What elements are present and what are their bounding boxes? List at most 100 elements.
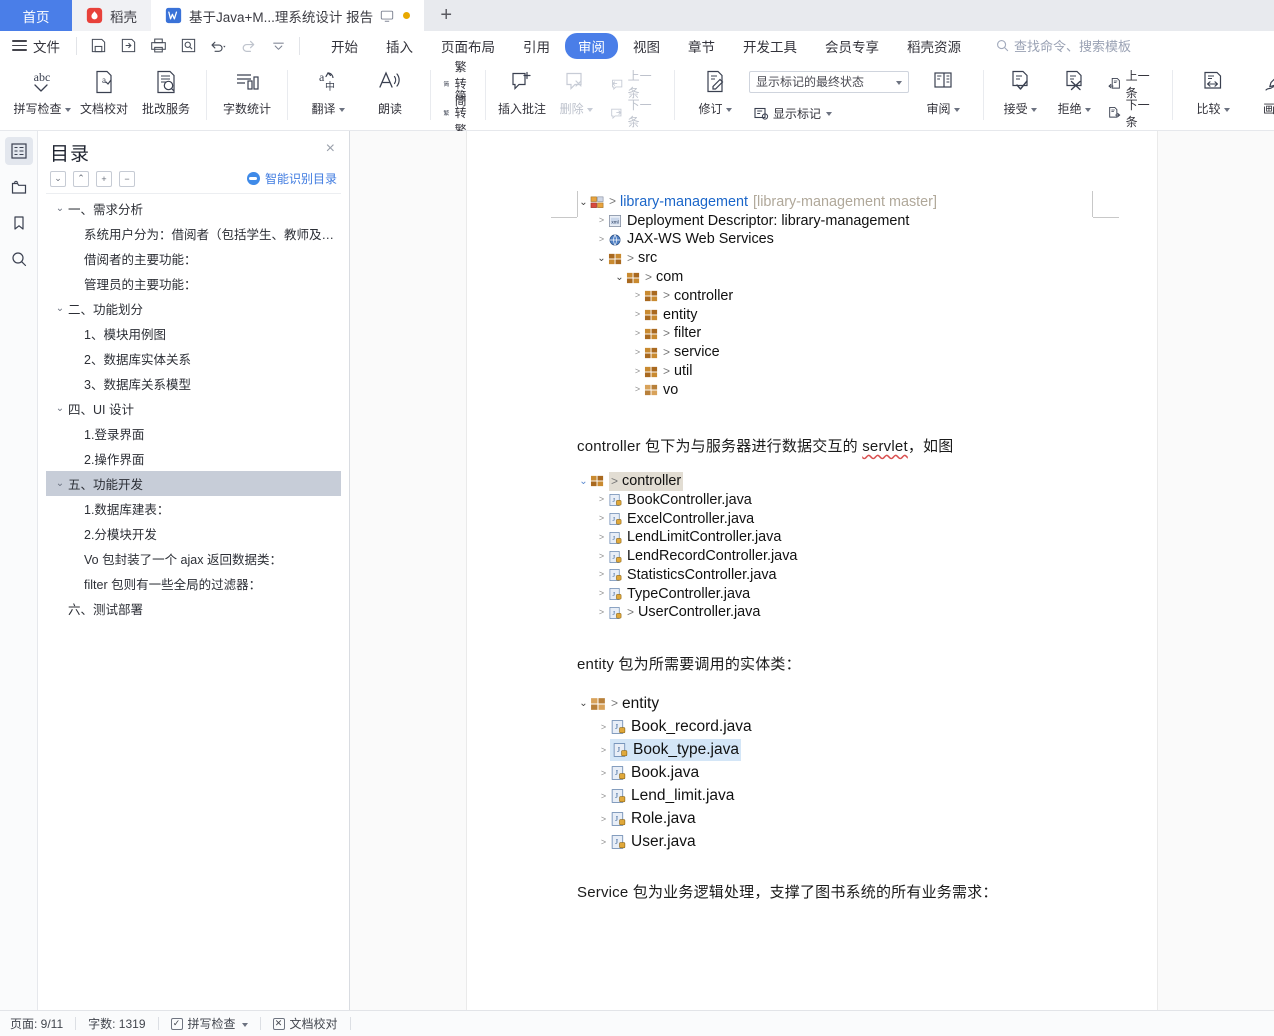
outline-item[interactable]: 2.分模块开发 [46, 521, 341, 546]
tree-row[interactable]: > > filter [577, 325, 1093, 344]
thumbnail-panel-icon[interactable] [5, 173, 33, 201]
proofread-status-button[interactable]: ✕ 文档校对 [272, 1015, 350, 1032]
reject-change-button[interactable]: 拒绝 [1047, 62, 1101, 130]
tree-row[interactable]: > J Lend_limit.java [577, 785, 1093, 808]
save-as-icon[interactable] [113, 33, 143, 59]
page-indicator[interactable]: 页面: 9/11 [10, 1015, 75, 1032]
tree-row[interactable]: > J TypeController.java [577, 585, 1093, 604]
tree-row[interactable]: > J Role.java [577, 808, 1093, 831]
tab-home[interactable]: 首页 [0, 0, 72, 31]
doc-proofread-button[interactable]: a 文档校对 [73, 62, 135, 130]
outline-item[interactable]: 1.数据库建表： [46, 496, 341, 521]
outline-item[interactable]: ⌄ 一、需求分析 [46, 196, 341, 221]
tree-row[interactable]: > J ExcelController.java [577, 510, 1093, 529]
tab-docer[interactable]: 稻壳 [72, 0, 151, 31]
ribbon-tab-review[interactable]: 审阅 [565, 32, 618, 59]
print-preview-icon[interactable] [173, 33, 203, 59]
tree-row[interactable]: ⌄ > entity [577, 693, 1093, 716]
tab-document[interactable]: 基于Java+M...理系统设计 报告 [151, 0, 425, 31]
outline-item[interactable]: ⌄ 四、UI 设计 [46, 396, 341, 421]
file-menu-button[interactable]: 文件 [6, 36, 70, 56]
tree-row[interactable]: > > service [577, 343, 1093, 362]
tree-row[interactable]: > J Book_type.java [577, 738, 1093, 762]
tree-row[interactable]: > J LendRecordController.java [577, 547, 1093, 566]
tree-row[interactable]: ⌄ > library-management [library-manageme… [577, 193, 1093, 212]
tree-row[interactable]: > > controller [577, 287, 1093, 306]
tree-row[interactable]: > xml Deployment Descriptor: library-man… [577, 212, 1093, 231]
collapse-down-icon[interactable]: ⌄ [50, 170, 66, 187]
close-outline-icon[interactable]: × [324, 139, 337, 159]
outline-item[interactable]: ⌄ 二、功能划分 [46, 296, 341, 321]
command-search[interactable]: 查找命令、搜索模板 [996, 36, 1131, 55]
tree-row[interactable]: > J Book_record.java [577, 716, 1093, 739]
outline-item[interactable]: 管理员的主要功能： [46, 271, 341, 296]
collapse-minus-icon[interactable]: − [119, 170, 135, 187]
new-comment-button[interactable]: 插入批注 [495, 62, 549, 130]
ribbon-tab-view[interactable]: 视图 [620, 33, 673, 59]
smart-toc-button[interactable]: 智能识别目录 [246, 170, 337, 187]
compare-button[interactable]: 比较 [1182, 62, 1244, 130]
read-aloud-button[interactable]: 朗读 [359, 62, 421, 130]
page-content[interactable]: ⌄ > library-management [library-manageme… [467, 131, 1157, 906]
pen-button[interactable]: 画笔 [1244, 62, 1274, 130]
tree-row[interactable]: > > util [577, 362, 1093, 381]
show-markup-button[interactable]: 显示标记 [749, 101, 909, 126]
screen-share-icon[interactable] [380, 9, 394, 23]
ribbon-tab-references[interactable]: 引用 [510, 33, 563, 59]
prev-change-button[interactable]: 上一条 [1104, 69, 1160, 100]
markup-state-dropdown[interactable]: 显示标记的最终状态 [749, 70, 910, 93]
outline-item[interactable]: 系统用户分为：借阅者（包括学生、教师及 ... [46, 221, 341, 246]
spellcheck-status-button[interactable]: ✓ 拼写检查 [170, 1015, 260, 1032]
outline-item[interactable]: 2.操作界面 [46, 446, 341, 471]
translate-button[interactable]: a中 翻译 [297, 62, 359, 130]
tree-row[interactable]: > vo [577, 381, 1093, 400]
ribbon-tab-section[interactable]: 章节 [675, 33, 728, 59]
outline-item[interactable]: 3、数据库关系模型 [46, 371, 341, 396]
outline-item[interactable]: 借阅者的主要功能： [46, 246, 341, 271]
document-page[interactable]: ⌄ > library-management [library-manageme… [467, 131, 1157, 1010]
word-count-indicator[interactable]: 字数: 1319 [88, 1015, 157, 1032]
collapse-up-icon[interactable]: ⌃ [73, 170, 89, 187]
tree-row[interactable]: ⌄ > controller [577, 471, 1093, 491]
next-comment-button[interactable]: 下一条 [606, 98, 662, 129]
accept-change-button[interactable]: 接受 [993, 62, 1047, 130]
outline-panel-icon[interactable] [4, 137, 33, 165]
ribbon-tab-start[interactable]: 开始 [318, 33, 371, 59]
print-icon[interactable] [143, 33, 173, 59]
ribbon-tab-member[interactable]: 会员专享 [812, 33, 892, 59]
ribbon-tab-developer[interactable]: 开发工具 [730, 33, 810, 59]
word-count-button[interactable]: 字数统计 [216, 62, 278, 130]
tree-row[interactable]: > J LendLimitController.java [577, 528, 1093, 547]
ribbon-tab-page-layout[interactable]: 页面布局 [428, 33, 508, 59]
expand-plus-icon[interactable]: + [96, 170, 112, 187]
spellcheck-button[interactable]: abc 拼写检查 [11, 62, 73, 130]
tree-row[interactable]: ⌄ > com [577, 268, 1093, 287]
redo-icon[interactable] [233, 33, 263, 59]
tree-row[interactable]: ⌄ > src [577, 249, 1093, 268]
outline-item[interactable]: filter 包则有一些全局的过滤器： [46, 571, 341, 596]
outline-item[interactable]: 1.登录界面 [46, 421, 341, 446]
ribbon-tab-insert[interactable]: 插入 [373, 33, 426, 59]
simp-to-trad-button[interactable]: 繁 简转繁 [438, 89, 478, 137]
outline-item[interactable]: Vo 包封装了一个 ajax 返回数据类： [46, 546, 341, 571]
tree-row[interactable]: > J User.java [577, 831, 1093, 854]
tree-row[interactable]: > J Book.java [577, 762, 1093, 785]
customize-toolbar-icon[interactable] [263, 33, 293, 59]
search-panel-icon[interactable] [5, 245, 33, 273]
document-canvas[interactable]: ⌄ > library-management [library-manageme… [350, 131, 1274, 1010]
outline-item[interactable]: 2、数据库实体关系 [46, 346, 341, 371]
ribbon-tab-docer-resources[interactable]: 稻壳资源 [894, 33, 974, 59]
delete-comment-button[interactable]: 删除 [549, 62, 603, 130]
tree-row[interactable]: > J StatisticsController.java [577, 566, 1093, 585]
outline-item[interactable]: 1、模块用例图 [46, 321, 341, 346]
new-tab-button[interactable]: + [424, 0, 468, 31]
tree-row[interactable]: > J > UserController.java [577, 604, 1093, 623]
save-icon[interactable] [83, 33, 113, 59]
outline-item[interactable]: 六、测试部署 [46, 596, 341, 621]
doc-correction-button[interactable]: 批改服务 [135, 62, 197, 130]
bookmark-panel-icon[interactable] [5, 209, 33, 237]
undo-icon[interactable] [203, 33, 233, 59]
prev-comment-button[interactable]: 上一条 [606, 69, 662, 100]
tree-row[interactable]: > entity [577, 306, 1093, 325]
tree-row[interactable]: > JAX-WS Web Services [577, 231, 1093, 250]
